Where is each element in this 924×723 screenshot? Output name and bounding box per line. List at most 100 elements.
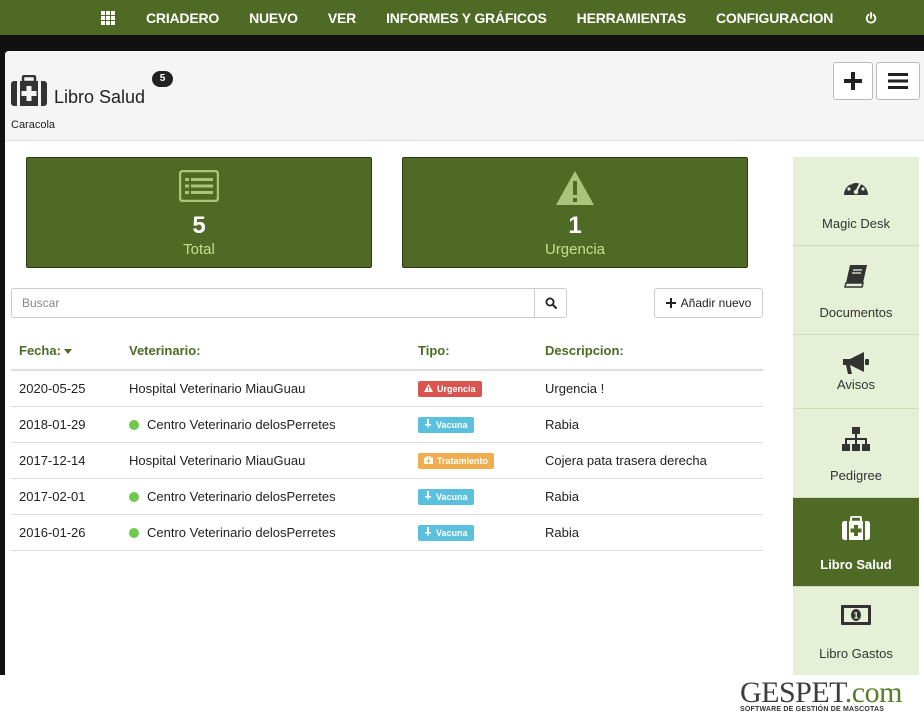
col-veterinario[interactable]: Veterinario: [121,332,410,371]
search-button[interactable] [534,288,567,318]
nav-ver[interactable]: VER [328,10,356,26]
apps-grid-icon[interactable] [101,10,115,25]
sidebar-label: Documentos [819,305,893,320]
cell-descripcion: Rabia [537,514,763,551]
sidebar-item-libro-gastos[interactable]: 1 Libro Gastos [793,587,919,675]
logo-main: GESPET [740,676,845,709]
medkit-icon [11,75,47,106]
stat-urgencia[interactable]: 1 Urgencia [402,157,748,268]
money-icon: 1 [841,605,871,625]
stat-urgencia-label: Urgencia [544,241,606,258]
tipo-badge: Vacuna [418,416,474,433]
cell-descripcion: Cojera pata trasera derecha [537,442,763,479]
cell-veterinario: Hospital Veterinario MiauGuau [121,442,410,479]
medkit-icon [842,516,870,540]
page-title: Libro Salud [54,87,146,107]
cell-veterinario: Hospital Veterinario MiauGuau [121,370,410,407]
health-records-table: Fecha: Veterinario: Tipo: Descripcion: 2… [11,332,763,551]
nav-informes[interactable]: INFORMES Y GRÁFICOS [386,10,547,26]
svg-text:1: 1 [853,611,858,621]
cell-descripcion: Rabia [537,406,763,443]
sidebar-item-magic-desk[interactable]: Magic Desk [793,157,919,246]
syringe-icon [424,526,432,538]
syringe-icon [424,490,432,502]
sidebar-label: Libro Salud [820,557,892,572]
count-badge: 5 [152,71,173,87]
book-icon [844,265,867,288]
stat-total[interactable]: 5 Total [26,157,372,268]
table-row[interactable]: 2017-12-14 Hospital Veterinario MiauGuau T… [11,442,763,479]
sidebar-label: Magic Desk [822,216,890,231]
list-icon [179,170,219,202]
logo-suffix: .com [844,676,903,709]
col-descripcion[interactable]: Descripcion: [537,332,763,371]
megaphone-icon [843,352,869,374]
nav-configuracion[interactable]: CONFIGURACION [716,10,833,26]
sidebar-item-pedigree[interactable]: Pedigree [793,409,919,498]
animal-name: Caracola [11,119,56,131]
col-fecha[interactable]: Fecha: [11,332,121,371]
add-new-button[interactable]: Añadir nuevo [654,288,763,318]
tipo-badge: Vacuna [418,488,474,505]
cell-descripcion: Rabia [537,478,763,515]
warning-icon [556,171,594,205]
table-row[interactable]: 2017-02-01 Centro Veterinario delosPerret… [11,478,763,515]
stat-total-label: Total [183,241,215,258]
cell-tipo: Tratamiento [410,442,537,479]
table-row[interactable]: 2020-05-25 Hospital Veterinario MiauGuau U… [11,370,763,407]
add-record-button[interactable] [833,62,873,100]
stat-total-value: 5 [192,212,206,239]
cell-fecha: 2017-12-14 [11,442,121,479]
tipo-badge: Tratamiento [418,452,495,469]
panel-header: Libro Salud 5 Caracola [5,51,924,141]
warning-icon [424,383,433,394]
table-row[interactable]: 2018-01-29 Centro Veterinario delosPerret… [11,406,763,443]
cell-fecha: 2020-05-25 [11,370,121,407]
tipo-badge: Urgencia [418,380,482,397]
sidebar-label: Pedigree [829,468,883,483]
cell-veterinario: Centro Veterinario delosPerretes [121,478,410,515]
cell-veterinario: Centro Veterinario delosPerretes [121,514,410,551]
stat-urgencia-value: 1 [568,212,582,239]
sidebar: Magic Desk Documentos Avisos Pedigree Li… [793,157,919,675]
cell-tipo: Urgencia [410,370,537,407]
add-new-label: Añadir nuevo [680,296,752,310]
cell-veterinario: Centro Veterinario delosPerretes [121,406,410,443]
dashboard-icon [844,178,868,195]
cell-tipo: Vacuna [410,478,537,515]
sidebar-label: Avisos [836,377,876,392]
sitemap-icon [842,427,870,451]
status-dot-icon [129,491,139,502]
power-icon[interactable] [865,11,877,24]
sort-desc-icon [63,349,72,355]
main-panel: Libro Salud 5 Caracola 5 Total 1 Urgenci… [5,51,924,675]
nav-nuevo[interactable]: NUEVO [249,10,298,26]
table-row[interactable]: 2016-01-26 Centro Veterinario delosPerret… [11,514,763,551]
search-icon [545,297,557,309]
search-input[interactable] [11,288,535,318]
plus-icon [665,298,676,308]
sidebar-item-documentos[interactable]: Documentos [793,246,919,335]
cell-descripcion: Urgencia ! [537,370,763,407]
cell-fecha: 2018-01-29 [11,406,121,443]
tipo-badge: Vacuna [418,524,474,541]
nav-criadero[interactable]: CRIADERO [146,10,219,26]
top-nav: CRIADERO NUEVO VER INFORMES Y GRÁFICOS H… [0,0,924,35]
nav-herramientas[interactable]: HERRAMIENTAS [577,10,687,26]
col-tipo[interactable]: Tipo: [410,332,537,371]
cell-tipo: Vacuna [410,406,537,443]
sidebar-item-avisos[interactable]: Avisos [793,335,919,409]
status-dot-icon [129,527,139,538]
cell-fecha: 2017-02-01 [11,478,121,515]
sidebar-item-libro-salud[interactable]: Libro Salud [793,498,919,587]
medkit-icon [424,455,433,466]
cell-tipo: Vacuna [410,514,537,551]
cell-fecha: 2016-01-26 [11,514,121,551]
gespet-logo: GESPET.com SOFTWARE DE GESTIÓN DE MASCOT… [740,676,910,720]
table-header-row: Fecha: Veterinario: Tipo: Descripcion: [11,332,763,371]
menu-button[interactable] [876,62,920,100]
sidebar-label: Libro Gastos [819,646,893,661]
hamburger-icon [888,73,908,89]
plus-icon [844,72,862,90]
syringe-icon [424,418,432,430]
